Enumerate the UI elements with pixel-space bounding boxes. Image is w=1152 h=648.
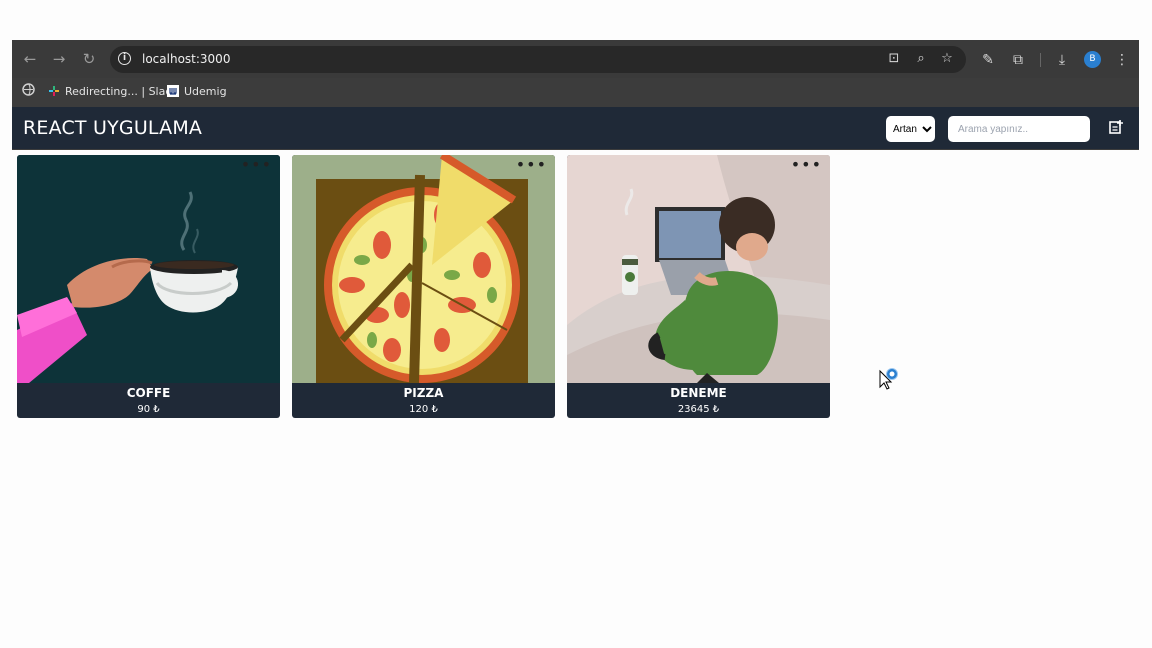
url-text[interactable]: localhost:3000 xyxy=(142,51,230,67)
product-price: 90 ₺ xyxy=(137,404,160,415)
toolbar-divider xyxy=(1040,53,1041,67)
bookmark-udemig[interactable]: Udemig xyxy=(167,83,227,101)
bookmark-label: Redirecting... | Slack xyxy=(65,85,178,98)
sort-select[interactable]: Artan xyxy=(886,116,935,142)
app-title: REACT UYGULAMA xyxy=(23,117,203,139)
reload-icon[interactable]: ↻ xyxy=(78,48,100,70)
more-menu-icon[interactable]: ⋮ xyxy=(1113,51,1131,69)
install-app-icon[interactable]: ⊡ xyxy=(886,51,902,67)
person-laptop-image xyxy=(567,155,830,383)
add-note-icon[interactable] xyxy=(1109,120,1123,134)
slack-icon xyxy=(49,86,59,96)
card-more-icon[interactable]: ••• xyxy=(241,157,272,173)
product-card[interactable]: ••• PIZZA 120 ₺ xyxy=(292,155,555,418)
download-icon[interactable]: ⤓ xyxy=(1053,51,1071,69)
zoom-icon[interactable]: ⌕ xyxy=(913,51,929,67)
profile-avatar[interactable]: B xyxy=(1084,51,1101,68)
browser-toolbar: ← → ↻ i localhost:3000 ⊡ ⌕ ☆ ✎ ⧉ ⤓ B ⋮ xyxy=(12,40,1139,78)
udemig-icon xyxy=(167,85,179,97)
eyedropper-icon[interactable]: ✎ xyxy=(979,51,997,69)
address-bar[interactable]: i localhost:3000 ⊡ ⌕ ☆ xyxy=(110,46,966,73)
product-name: COFFE xyxy=(126,386,171,400)
bookmarks-bar: Redirecting... | Slack Udemig xyxy=(12,78,1139,107)
apps-globe-icon[interactable] xyxy=(22,83,35,101)
bookmark-star-icon[interactable]: ☆ xyxy=(939,51,955,67)
pizza-image xyxy=(292,155,555,383)
product-price: 23645 ₺ xyxy=(677,404,720,415)
product-name: DENEME xyxy=(670,386,727,400)
product-price: 120 ₺ xyxy=(409,404,438,415)
search-input[interactable] xyxy=(948,116,1090,142)
bookmark-label: Udemig xyxy=(184,85,227,98)
bookmark-slack[interactable]: Redirecting... | Slack xyxy=(48,83,178,101)
product-card[interactable]: ••• COFFE 90 ₺ xyxy=(17,155,280,418)
coffee-cup-image xyxy=(17,155,280,383)
forward-icon[interactable]: → xyxy=(48,48,70,70)
extensions-icon[interactable]: ⧉ xyxy=(1009,51,1027,69)
card-more-icon[interactable]: ••• xyxy=(516,157,547,173)
mouse-cursor-icon xyxy=(879,368,898,390)
site-info-icon[interactable]: i xyxy=(118,52,131,65)
product-name: PIZZA xyxy=(403,386,444,400)
product-card[interactable]: ••• DENEME 23645 ₺ xyxy=(567,155,830,418)
back-icon[interactable]: ← xyxy=(19,48,41,70)
app-header: REACT UYGULAMA Artan xyxy=(12,107,1139,149)
card-more-icon[interactable]: ••• xyxy=(791,157,822,173)
